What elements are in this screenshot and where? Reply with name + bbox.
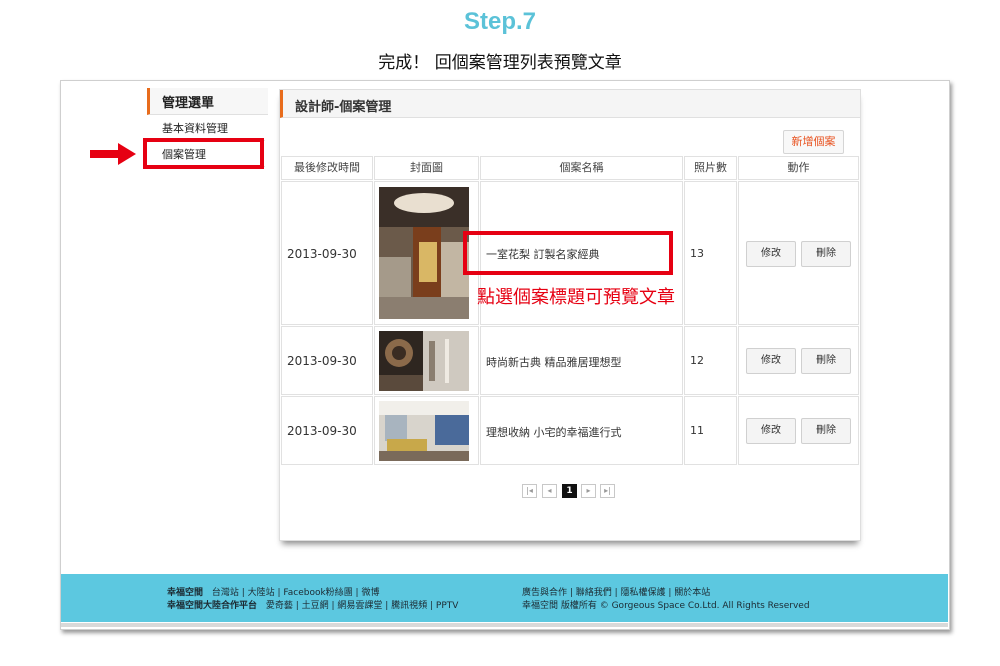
edit-button[interactable]: 修改: [746, 348, 796, 374]
first-page-button[interactable]: |◂: [522, 484, 537, 498]
delete-button[interactable]: 刪除: [801, 418, 851, 444]
page-number-current[interactable]: 1: [562, 484, 577, 498]
footer-links-2[interactable]: 愛奇藝 | 土豆網 | 網易雲課堂 | 騰訊視頻 | PPTV: [266, 601, 459, 611]
step-title: Step.7: [463, 8, 537, 35]
delete-button[interactable]: 刪除: [801, 241, 851, 267]
action-cell: 修改 刪除: [738, 326, 859, 395]
photo-count: 13: [690, 247, 704, 260]
footer-copyright: 幸福空間 版權所有 © Gorgeous Space Co.Ltd. All R…: [522, 601, 810, 611]
edit-button[interactable]: 修改: [746, 241, 796, 267]
red-arrow-icon: [90, 143, 136, 165]
sidebar-header: 管理選單: [147, 88, 268, 115]
row-date: 2013-09-30: [287, 247, 357, 261]
column-header: 動作: [738, 156, 859, 180]
row-date: 2013-09-30: [287, 424, 357, 438]
column-header: 個案名稱: [480, 156, 683, 180]
sidebar-header-label: 管理選單: [162, 96, 215, 111]
case-management-panel: 設計師-個案管理 新增個案 最後修改時間 封面圖 個案名稱 照片數 動作 201…: [279, 89, 861, 541]
photo-count: 12: [690, 354, 704, 367]
cover-cell: [374, 396, 479, 465]
step-subtitle: 完成！ 回個案管理列表預覽文章: [378, 53, 622, 73]
table-row: 2013-09-30: [281, 181, 373, 325]
action-cell: 修改 刪除: [738, 181, 859, 325]
column-header: 照片數: [684, 156, 737, 180]
footer-links-right[interactable]: 廣告與合作 | 聯絡我們 | 隱私權保護 | 關於本站: [522, 585, 710, 598]
column-header: 封面圖: [374, 156, 479, 180]
footer-line-1: 幸福空間 台灣站 | 大陸站 | Facebook粉絲團 | 微博: [167, 585, 379, 598]
table-row: 2013-09-30: [281, 396, 373, 465]
panel-header: 設計師-個案管理: [280, 90, 860, 118]
add-case-button[interactable]: 新增個案: [783, 130, 844, 154]
edit-button[interactable]: 修改: [746, 418, 796, 444]
cover-image[interactable]: [379, 401, 469, 461]
last-page-button[interactable]: ▸|: [600, 484, 615, 498]
footer-links-1[interactable]: 台灣站 | 大陸站 | Facebook粉絲團 | 微博: [212, 588, 380, 598]
annotation-note: 點選個案標題可預覽文章: [477, 287, 675, 308]
row-date: 2013-09-30: [287, 354, 357, 368]
case-title-link[interactable]: 時尚新古典 精品雅居理想型: [486, 354, 622, 370]
footer-brand: 幸福空間: [167, 588, 204, 598]
site-footer: 幸福空間 台灣站 | 大陸站 | Facebook粉絲團 | 微博 幸福空間大陸…: [61, 574, 948, 622]
photo-count-cell: 12: [684, 326, 737, 395]
footer-line-2: 幸福空間大陸合作平台 愛奇藝 | 土豆網 | 網易雲課堂 | 騰訊視頻 | PP…: [167, 598, 458, 611]
case-name-cell: 時尚新古典 精品雅居理想型: [480, 326, 683, 395]
sidebar-item-label: 基本資料管理: [162, 122, 228, 135]
photo-count: 11: [690, 424, 704, 437]
delete-button[interactable]: 刪除: [801, 348, 851, 374]
cover-cell: [374, 326, 479, 395]
table-row: 2013-09-30: [281, 326, 373, 395]
next-page-button[interactable]: ▸: [581, 484, 596, 498]
photo-count-cell: 13: [684, 181, 737, 325]
column-header: 最後修改時間: [281, 156, 373, 180]
action-cell: 修改 刪除: [738, 396, 859, 465]
case-title-link[interactable]: 理想收納 小宅的幸福進行式: [486, 424, 622, 440]
highlight-box-case-title: [463, 231, 673, 275]
footer-brand-partner: 幸福空間大陸合作平台: [167, 601, 258, 611]
photo-count-cell: 11: [684, 396, 737, 465]
footer-divider: [61, 623, 948, 627]
case-name-cell: 理想收納 小宅的幸福進行式: [480, 396, 683, 465]
cover-image[interactable]: [379, 331, 469, 391]
prev-page-button[interactable]: ◂: [542, 484, 557, 498]
highlight-box-sidebar: [143, 138, 264, 169]
cover-image[interactable]: [379, 187, 469, 319]
panel-title: 設計師-個案管理: [295, 100, 392, 115]
